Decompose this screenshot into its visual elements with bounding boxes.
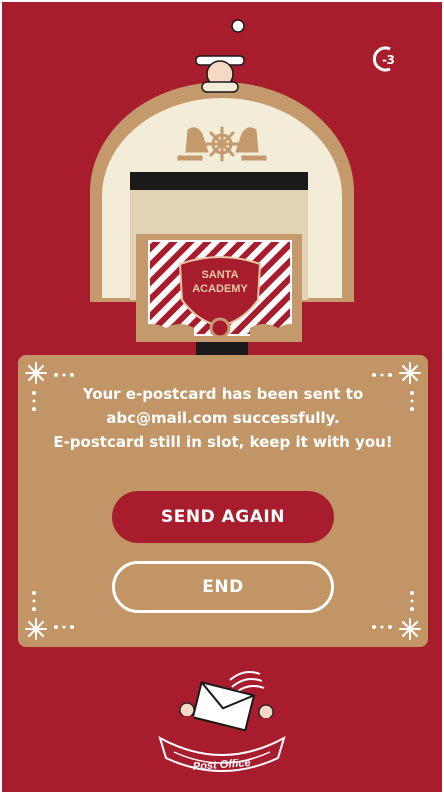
send-again-button[interactable]: SEND AGAIN [112,491,334,543]
timer-value: -3 [382,53,395,67]
badge-line1: SANTA [201,269,238,281]
screen: SANTA ACADEMY -3 Your e-postcard has bee… [2,2,442,792]
confirmation-message: Your e-postcard has been sent to abc@mai… [48,382,398,454]
message-line-1: Your e-postcard has been sent to [82,385,364,403]
snowflake-corner-icon [25,591,74,640]
post-office-logo: Post Office [158,671,286,773]
countdown-timer: -3 [370,44,400,74]
message-line-3: E-postcard still in slot, keep it with y… [53,433,393,451]
message-line-2: abc@mail.com successfully. [106,409,340,427]
end-button[interactable]: END [112,561,334,613]
badge-line2: ACADEMY [192,283,248,295]
elf-character [195,19,245,93]
snowflake-corner-icon [372,591,421,640]
message-panel: Your e-postcard has been sent to abc@mai… [18,355,428,647]
